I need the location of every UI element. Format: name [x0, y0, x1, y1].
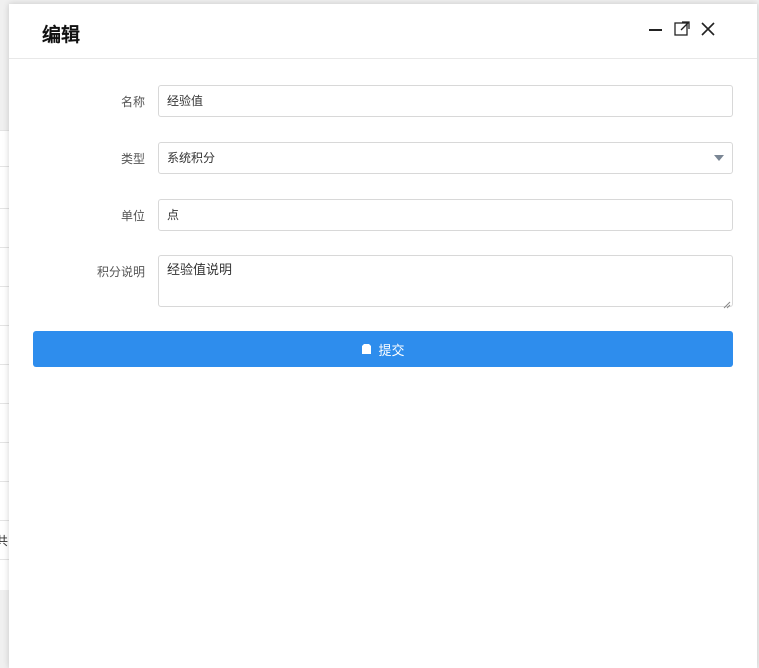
maximize-icon[interactable]	[673, 20, 691, 38]
edit-dialog: 编辑 名称 经验值 类型 系统积分 单位 点 积分说明 经验值说明 提交	[9, 4, 757, 668]
dialog-title: 编辑	[42, 24, 81, 46]
description-label: 积分说明	[96, 265, 145, 279]
chevron-down-icon	[714, 155, 724, 161]
type-select[interactable]: 系统积分	[158, 142, 733, 174]
name-label: 名称	[120, 95, 145, 109]
name-input[interactable]: 经验值	[158, 85, 733, 117]
submit-button[interactable]: 提交	[33, 331, 733, 367]
save-icon	[361, 343, 372, 355]
close-icon[interactable]	[699, 20, 717, 38]
type-label: 类型	[120, 152, 145, 166]
resize-handle-icon[interactable]	[723, 297, 731, 309]
description-text: 经验值说明	[167, 263, 233, 278]
type-select-value: 系统积分	[167, 151, 216, 165]
unit-label: 单位	[120, 209, 145, 223]
submit-button-label: 提交	[378, 343, 405, 359]
minimize-icon[interactable]	[647, 20, 665, 38]
pagination-total-text: 共	[0, 534, 9, 548]
description-textarea[interactable]: 经验值说明	[158, 255, 733, 309]
dialog-header: 编辑	[9, 4, 757, 59]
unit-input[interactable]: 点	[158, 199, 733, 231]
